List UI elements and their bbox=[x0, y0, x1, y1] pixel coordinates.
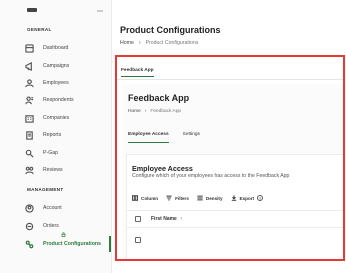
sidebar-item-respondents[interactable]: Respondents bbox=[24, 92, 112, 108]
app-tabs: Employee Access Settings bbox=[128, 132, 200, 143]
tab-feedback-app[interactable]: Feedback App bbox=[121, 68, 154, 73]
sidebar-item-label: P-Gap bbox=[43, 150, 58, 156]
breadcrumb-separator: › bbox=[138, 40, 141, 46]
filters-button[interactable]: Filters bbox=[166, 195, 189, 201]
person-icon bbox=[24, 78, 34, 88]
sidebar-item-campaigns[interactable]: Campaigns bbox=[24, 58, 112, 74]
lock-icon bbox=[61, 224, 66, 237]
breadcrumb: Home › Product Configurations bbox=[120, 40, 198, 46]
grid-toolbar: Column Filters Density Export ? bbox=[132, 195, 264, 201]
app-breadcrumb-current: Feedback App bbox=[150, 109, 182, 114]
app-breadcrumb-separator: › bbox=[144, 109, 147, 114]
sidebar-item-label: Reports bbox=[43, 132, 62, 138]
tab-active-underline bbox=[121, 76, 154, 77]
orders-icon bbox=[24, 221, 34, 231]
respondents-icon bbox=[24, 95, 34, 105]
sidebar-item-label: Employees bbox=[43, 80, 69, 86]
sidebar-item-label: Campaigns bbox=[43, 63, 70, 69]
page-title: Product Configurations bbox=[120, 25, 221, 35]
main-content: Product Configurations Home › Product Co… bbox=[112, 0, 346, 273]
megaphone-icon bbox=[24, 61, 34, 71]
sidebar-item-employees[interactable]: Employees bbox=[24, 75, 112, 91]
section-label-general: GENERAL bbox=[27, 27, 52, 32]
filters-label: Filters bbox=[175, 195, 189, 201]
columns-label: Column bbox=[141, 195, 159, 201]
sidebar-item-label: Product Configurations bbox=[43, 241, 101, 247]
export-icon bbox=[231, 195, 236, 201]
columns-icon bbox=[132, 195, 138, 201]
sidebar-item-label: Account bbox=[43, 205, 62, 211]
sidebar-item-reports[interactable]: Reports bbox=[24, 127, 112, 143]
app-breadcrumb-home[interactable]: Home bbox=[128, 109, 141, 114]
app-title: Feedback App bbox=[128, 93, 190, 103]
account-icon bbox=[24, 203, 34, 213]
product-config-icon bbox=[24, 239, 34, 249]
sidebar-item-companies[interactable]: Companies bbox=[24, 110, 112, 126]
filter-icon bbox=[166, 195, 172, 201]
pgap-icon bbox=[24, 148, 34, 158]
report-icon bbox=[24, 130, 34, 140]
sidebar-item-label: Respondents bbox=[43, 97, 74, 103]
column-header-first-name[interactable]: First Name ↑ bbox=[151, 216, 182, 222]
section-label-management: MANAGEMENT bbox=[27, 187, 64, 192]
reviews-icon bbox=[24, 165, 34, 175]
sidebar-item-dashboard[interactable]: Dashboard bbox=[24, 40, 112, 56]
breadcrumb-home[interactable]: Home bbox=[120, 40, 134, 46]
sidebar-item-product-configurations[interactable]: Product Configurations bbox=[24, 236, 112, 252]
sidebar-item-account[interactable]: Account bbox=[24, 200, 112, 216]
employee-access-card: Employee Access Configure which of your … bbox=[126, 154, 343, 260]
select-all-checkbox[interactable] bbox=[135, 216, 141, 222]
embedded-app-frame: Feedback App Feedback App Home › Feedbac… bbox=[115, 55, 345, 261]
sidebar-item-reviews[interactable]: Reviews bbox=[24, 162, 112, 178]
export-button[interactable]: Export ? bbox=[231, 195, 264, 201]
sidebar: GENERAL Dashboard Campaigns Employees Re… bbox=[0, 0, 112, 273]
sidebar-collapse-handle[interactable] bbox=[97, 10, 103, 12]
columns-button[interactable]: Column bbox=[132, 195, 158, 201]
density-icon bbox=[197, 195, 203, 201]
density-label: Density bbox=[205, 195, 223, 201]
tab-employee-access[interactable]: Employee Access bbox=[128, 132, 169, 143]
sidebar-item-orders[interactable]: Orders bbox=[24, 218, 112, 237]
grid-header: First Name ↑ bbox=[127, 210, 343, 228]
sidebar-item-label: Companies bbox=[43, 115, 70, 121]
breadcrumb-current: Product Configurations bbox=[145, 40, 199, 46]
sidebar-item-label: Dashboard bbox=[43, 45, 69, 51]
feedback-app-panel: Feedback App Home › Feedback App Employe… bbox=[123, 84, 343, 260]
row-divider bbox=[132, 259, 172, 260]
building-icon bbox=[24, 113, 34, 123]
dashboard-icon bbox=[24, 43, 34, 53]
sidebar-item-label: Reviews bbox=[43, 167, 63, 173]
app-breadcrumb: Home › Feedback App bbox=[128, 109, 181, 114]
sidebar-item-p-gap[interactable]: P-Gap bbox=[24, 145, 112, 161]
help-icon[interactable]: ? bbox=[257, 195, 264, 201]
density-button[interactable]: Density bbox=[197, 195, 223, 201]
card-title: Employee Access bbox=[132, 164, 193, 173]
column-header-label: First Name bbox=[151, 216, 177, 222]
table-row[interactable] bbox=[127, 231, 343, 249]
divider bbox=[117, 79, 343, 80]
tab-settings[interactable]: Settings bbox=[183, 132, 200, 143]
card-subtitle: Configure which of your employees has ac… bbox=[132, 173, 290, 179]
sidebar-item-label: Orders bbox=[43, 223, 59, 229]
row-checkbox[interactable] bbox=[135, 237, 141, 243]
active-indicator bbox=[109, 236, 111, 252]
logo bbox=[27, 8, 37, 12]
sort-ascending-icon[interactable]: ↑ bbox=[180, 216, 183, 222]
export-label: Export bbox=[239, 195, 255, 201]
